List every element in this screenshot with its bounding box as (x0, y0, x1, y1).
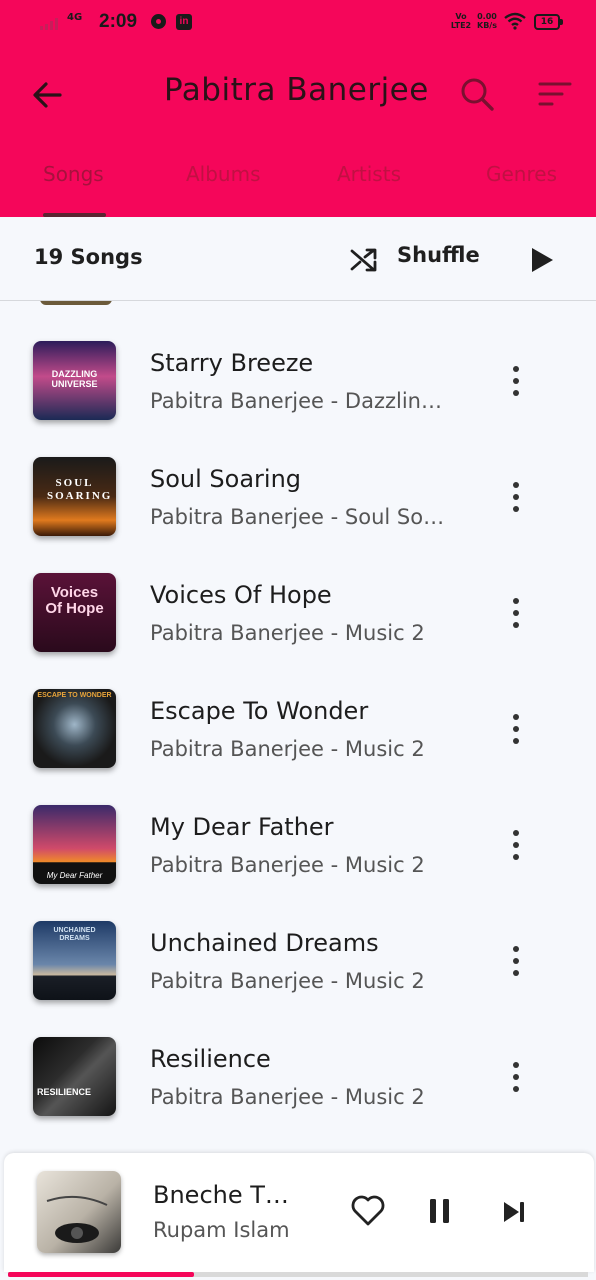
tab-bar: Songs Albums Artists Genres (0, 150, 596, 217)
more-options-icon[interactable] (506, 712, 526, 746)
playback-progress-fill (8, 1272, 194, 1277)
song-row[interactable]: ESCAPE TO WONDER Escape To Wonder Pabitr… (0, 649, 596, 768)
album-art-text: DAZZLING UNIVERSE (51, 369, 98, 389)
play-all-icon[interactable] (528, 245, 556, 275)
song-row[interactable]: RESILIENCE Resilience Pabitra Banerjee -… (0, 997, 596, 1116)
app-header: 4G 2:09 in Vo LTE2 0.00 KB/s 16 Pabitra B… (0, 0, 596, 217)
album-art: Voices Of Hope (33, 573, 116, 652)
battery-icon: 16 (534, 14, 563, 30)
playback-progress[interactable] (8, 1272, 588, 1277)
songs-toolbar: 19 Songs Shuffle (0, 217, 596, 301)
song-row[interactable]: DAZZLING UNIVERSE Starry Breeze Pabitra … (0, 301, 596, 420)
song-subtitle: Pabitra Banerjee - Music 2 (150, 1085, 425, 1109)
song-subtitle: Pabitra Banerjee - Soul So… (150, 505, 445, 529)
more-options-icon[interactable] (506, 596, 526, 630)
album-art: UNCHAINED DREAMS (33, 921, 116, 1000)
tab-genres[interactable]: Genres (486, 162, 557, 186)
heart-icon[interactable] (350, 1193, 386, 1227)
song-subtitle: Pabitra Banerjee - Music 2 (150, 969, 425, 993)
clock: 2:09 (99, 11, 138, 32)
now-playing-title: Bneche T… (153, 1181, 289, 1209)
song-row[interactable]: Voices Of Hope Voices Of Hope Pabitra Ba… (0, 533, 596, 652)
song-subtitle: Pabitra Banerjee - Dazzlin… (150, 389, 442, 413)
page-title: Pabitra Banerjee (164, 72, 429, 108)
tab-albums[interactable]: Albums (186, 162, 261, 186)
status-bar: 4G 2:09 in Vo LTE2 0.00 KB/s 16 (0, 0, 596, 46)
wifi-icon (504, 12, 526, 30)
app-bar: Pabitra Banerjee (0, 60, 596, 130)
song-title: Unchained Dreams (150, 929, 379, 957)
song-title: Voices Of Hope (150, 581, 332, 609)
song-row[interactable]: UNCHAINED DREAMS Unchained Dreams Pabitr… (0, 881, 596, 1000)
song-title: Soul Soaring (150, 465, 302, 493)
tab-artists[interactable]: Artists (337, 162, 401, 186)
net-speed: 0.00 KB/s (477, 12, 497, 30)
screen-record-icon (151, 14, 166, 29)
album-art: DAZZLING UNIVERSE (33, 341, 116, 420)
guitar-art-icon (46, 1195, 108, 1243)
song-list: DAZZLING UNIVERSE Starry Breeze Pabitra … (0, 301, 596, 1153)
song-row[interactable]: SOUL SOARING Soul Soaring Pabitra Banerj… (0, 417, 596, 536)
song-subtitle: Pabitra Banerjee - Music 2 (150, 853, 425, 877)
album-art-text: SOUL SOARING (47, 477, 113, 502)
song-title: Resilience (150, 1045, 271, 1073)
album-art-text: ESCAPE TO WONDER (37, 692, 112, 699)
more-options-icon[interactable] (506, 364, 526, 398)
signal-icon (40, 16, 58, 30)
shuffle-icon[interactable] (349, 245, 379, 275)
now-playing-art (37, 1171, 121, 1253)
skip-next-icon[interactable] (501, 1199, 527, 1225)
mini-player[interactable]: Bneche T… Rupam Islam (4, 1153, 594, 1272)
album-art-text: My Dear Father (46, 871, 103, 880)
pause-icon[interactable] (427, 1197, 453, 1225)
song-title: My Dear Father (150, 813, 334, 841)
network-type: 4G (67, 12, 83, 23)
back-arrow-icon[interactable] (30, 78, 64, 112)
sort-icon[interactable] (538, 80, 572, 108)
volte-indicator: Vo LTE2 (450, 12, 472, 30)
song-subtitle: Pabitra Banerjee - Music 2 (150, 621, 425, 645)
more-options-icon[interactable] (506, 1060, 526, 1094)
album-art-text: Voices Of Hope (45, 584, 104, 617)
album-art: My Dear Father (33, 805, 116, 884)
search-icon[interactable] (458, 75, 496, 113)
more-options-icon[interactable] (506, 828, 526, 862)
more-options-icon[interactable] (506, 480, 526, 514)
song-title: Escape To Wonder (150, 697, 369, 725)
shuffle-button[interactable]: Shuffle (397, 243, 480, 267)
song-subtitle: Pabitra Banerjee - Music 2 (150, 737, 425, 761)
album-art: RESILIENCE (33, 1037, 116, 1116)
song-row[interactable]: My Dear Father My Dear Father Pabitra Ba… (0, 765, 596, 884)
net-speed-unit: KB/s (477, 21, 497, 30)
linkedin-icon: in (176, 14, 192, 30)
song-title: Starry Breeze (150, 349, 314, 377)
net-speed-value: 0.00 (477, 12, 497, 21)
more-options-icon[interactable] (506, 944, 526, 978)
tab-songs[interactable]: Songs (43, 162, 104, 186)
album-art-text: RESILIENCE (37, 1087, 92, 1097)
now-playing-artist: Rupam Islam (153, 1218, 290, 1242)
song-count: 19 Songs (34, 245, 143, 269)
album-art: ESCAPE TO WONDER (33, 689, 116, 768)
album-art: SOUL SOARING (33, 457, 116, 536)
album-art-text: UNCHAINED DREAMS (53, 927, 96, 942)
